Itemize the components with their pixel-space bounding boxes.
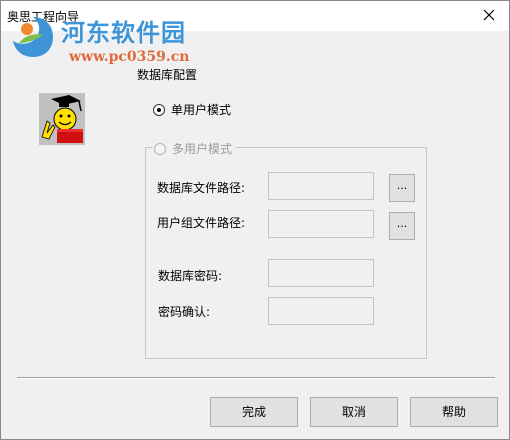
db-path-field[interactable] — [268, 172, 374, 200]
db-path-browse-button[interactable]: ... — [389, 174, 415, 202]
close-icon — [483, 9, 495, 24]
db-path-label: 数据库文件路径: — [157, 181, 246, 195]
cancel-button[interactable]: 取消 — [310, 397, 398, 427]
password-confirm-label: 密码确认: — [158, 305, 211, 319]
multi-user-radio-dot — [154, 142, 166, 155]
group-path-field[interactable] — [268, 210, 374, 238]
single-user-label: 单用户模式 — [171, 103, 232, 117]
db-password-label: 数据库密码: — [158, 269, 223, 283]
db-password-field[interactable] — [268, 259, 374, 287]
page-title: 数据库配置 — [137, 68, 198, 82]
password-confirm-field[interactable] — [268, 297, 374, 325]
wizard-window: 奥思工程向导 河东软件园 www.pc0359.cn 数据库配置 单用户模式 多… — [0, 0, 510, 440]
footer-separator — [17, 377, 495, 379]
group-path-label: 用户组文件路径: — [157, 216, 246, 230]
finish-button[interactable]: 完成 — [210, 397, 298, 427]
window-title: 奥思工程向导 — [7, 10, 80, 24]
multi-user-radio[interactable]: 多用户模式 — [152, 140, 237, 157]
help-button[interactable]: 帮助 — [410, 397, 498, 427]
single-user-radio[interactable]: 单用户模式 — [153, 101, 231, 118]
close-button[interactable] — [469, 1, 509, 31]
title-bar: 奥思工程向导 — [1, 1, 509, 31]
multi-user-label: 多用户模式 — [172, 142, 233, 156]
mascot-graduate-icon — [39, 93, 85, 145]
watermark-url: www.pc0359.cn — [69, 49, 190, 65]
group-path-browse-button[interactable]: ... — [389, 212, 415, 240]
single-user-radio-dot — [153, 103, 165, 116]
